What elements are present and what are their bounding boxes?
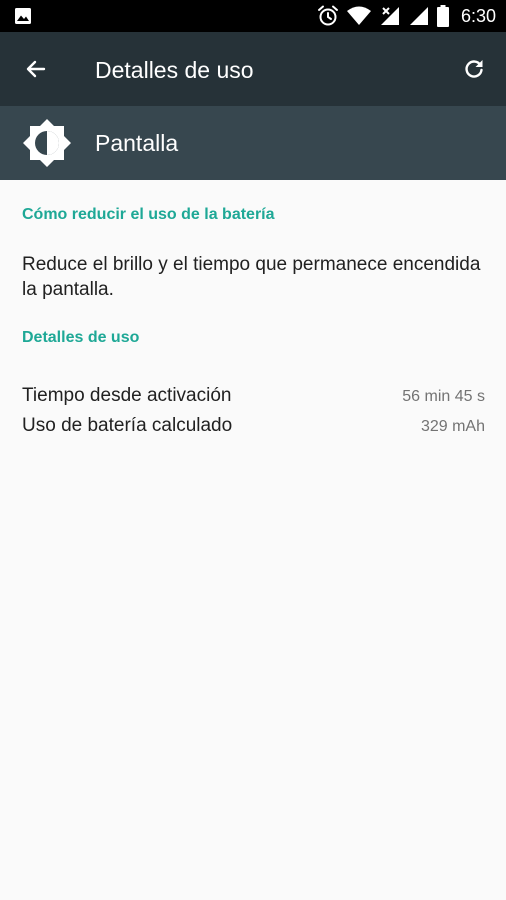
detail-row-battery: Uso de batería calculado 329 mAh [22, 415, 485, 441]
alarm-icon [317, 5, 338, 26]
detail-row-time: Tiempo desde activación 56 min 45 s [22, 385, 485, 411]
status-icons: 6:30 [317, 0, 496, 32]
refresh-button[interactable] [456, 51, 492, 87]
status-time: 6:30 [460, 5, 496, 26]
toolbar: Detalles de uso [0, 32, 506, 106]
page-title: Detalles de uso [95, 57, 254, 83]
arrow-back-icon [26, 60, 46, 78]
image-icon [15, 8, 31, 24]
brightness-icon [23, 119, 71, 167]
back-button[interactable] [18, 51, 54, 87]
detail-label: Uso de batería calculado [22, 415, 233, 436]
detail-value: 56 min 45 s [402, 388, 485, 405]
tips-section-header: Cómo reducir el uso de la batería [22, 206, 275, 223]
app-name: Pantalla [95, 130, 179, 156]
wifi-icon [346, 6, 371, 25]
signal-icon [409, 7, 428, 25]
detail-value: 329 mAh [420, 418, 485, 435]
detail-label: Tiempo desde activación [22, 385, 232, 406]
status-bar: 6:30 [0, 0, 506, 32]
details-section-header: Detalles de uso [22, 329, 140, 346]
app-header: Pantalla [0, 106, 506, 180]
signal-icon [380, 7, 399, 25]
tips-text: Reduce el brillo y el tiempo que permane… [22, 254, 481, 300]
battery-icon [436, 5, 449, 27]
refresh-icon [465, 60, 483, 78]
